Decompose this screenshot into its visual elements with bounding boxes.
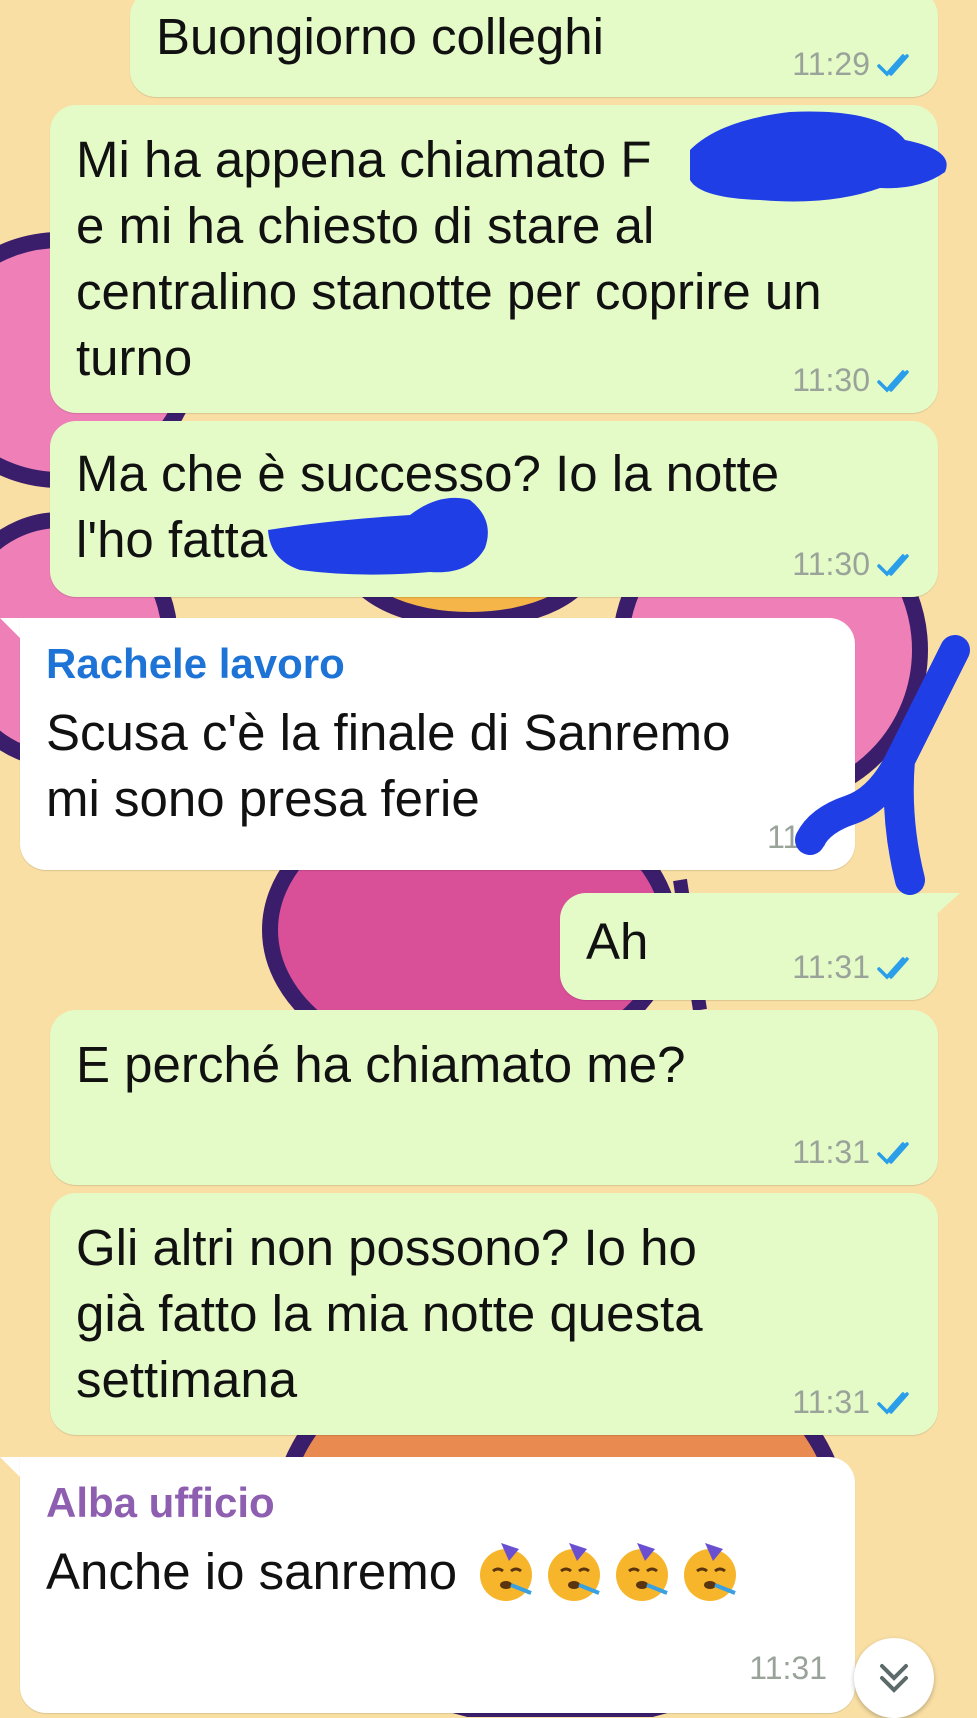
outgoing-message[interactable]: Buongiorno colleghi 11:29: [130, 0, 938, 97]
scroll-to-bottom-button[interactable]: [854, 1638, 934, 1718]
incoming-message[interactable]: Alba ufficio Anche io sanremo 11:31: [20, 1457, 855, 1713]
message-time: 11:31: [792, 949, 870, 985]
message-time: 11:29: [792, 46, 870, 82]
double-check-icon: [877, 1141, 909, 1165]
partying-face-icon: [616, 1543, 669, 1601]
double-check-icon: [877, 956, 909, 980]
outgoing-message[interactable]: Ma che è successo? Io la notte l'ho fatt…: [50, 421, 938, 597]
outgoing-message[interactable]: E perché ha chiamato me? 11:31: [50, 1010, 938, 1185]
message-body: Anche io sanremo: [46, 1539, 829, 1605]
message-text: Scusa c'è la finale di Sanremo mi sono p…: [46, 704, 731, 827]
double-check-icon: [877, 1391, 909, 1415]
message-meta: 11:31: [792, 949, 916, 986]
outgoing-message[interactable]: Mi ha appena chiamato F e mi ha chiesto …: [50, 105, 938, 413]
partying-face-icon: [548, 1543, 601, 1601]
outgoing-message[interactable]: Gli altri non possono? Io ho già fatto l…: [50, 1193, 938, 1435]
sender-name: Alba ufficio: [46, 1479, 275, 1526]
sender-name: Rachele lavoro: [46, 640, 345, 687]
message-text: E perché ha chiamato me?: [76, 1036, 686, 1093]
message-meta: 11:29: [792, 46, 916, 83]
message-time: 11:3: [767, 819, 827, 855]
message-meta: 11:30: [792, 546, 916, 583]
message-time: 11:30: [792, 546, 870, 582]
message-meta: 11:31: [749, 1650, 827, 1687]
message-meta: 11:31: [792, 1134, 916, 1171]
message-text: Gli altri non possono? Io ho già fatto l…: [76, 1219, 703, 1408]
partying-face-icon: [684, 1543, 737, 1601]
double-check-icon: [877, 553, 909, 577]
chevron-double-down-icon: [880, 1664, 908, 1693]
message-text: Mi ha appena chiamato F e mi ha chiesto …: [76, 131, 822, 386]
message-text: Ma che è successo? Io la notte l'ho fatt…: [76, 445, 780, 568]
partying-face-icon: [480, 1543, 533, 1601]
message-meta: 11:30: [792, 362, 916, 399]
message-time: 11:31: [749, 1650, 827, 1686]
message-meta: 11:3: [767, 819, 827, 856]
message-time: 11:31: [792, 1384, 870, 1420]
double-check-icon: [877, 53, 909, 77]
message-text: Anche io sanremo: [46, 1543, 458, 1600]
message-meta: 11:31: [792, 1384, 916, 1421]
outgoing-bubble-tail: [920, 893, 960, 929]
outgoing-message[interactable]: Ah 11:31: [560, 893, 938, 1000]
message-time: 11:31: [792, 1134, 870, 1170]
message-time: 11:30: [792, 362, 870, 398]
double-check-icon: [877, 369, 909, 393]
emoji-row: [473, 1539, 743, 1605]
incoming-message[interactable]: Rachele lavoro Scusa c'è la finale di Sa…: [20, 618, 855, 870]
